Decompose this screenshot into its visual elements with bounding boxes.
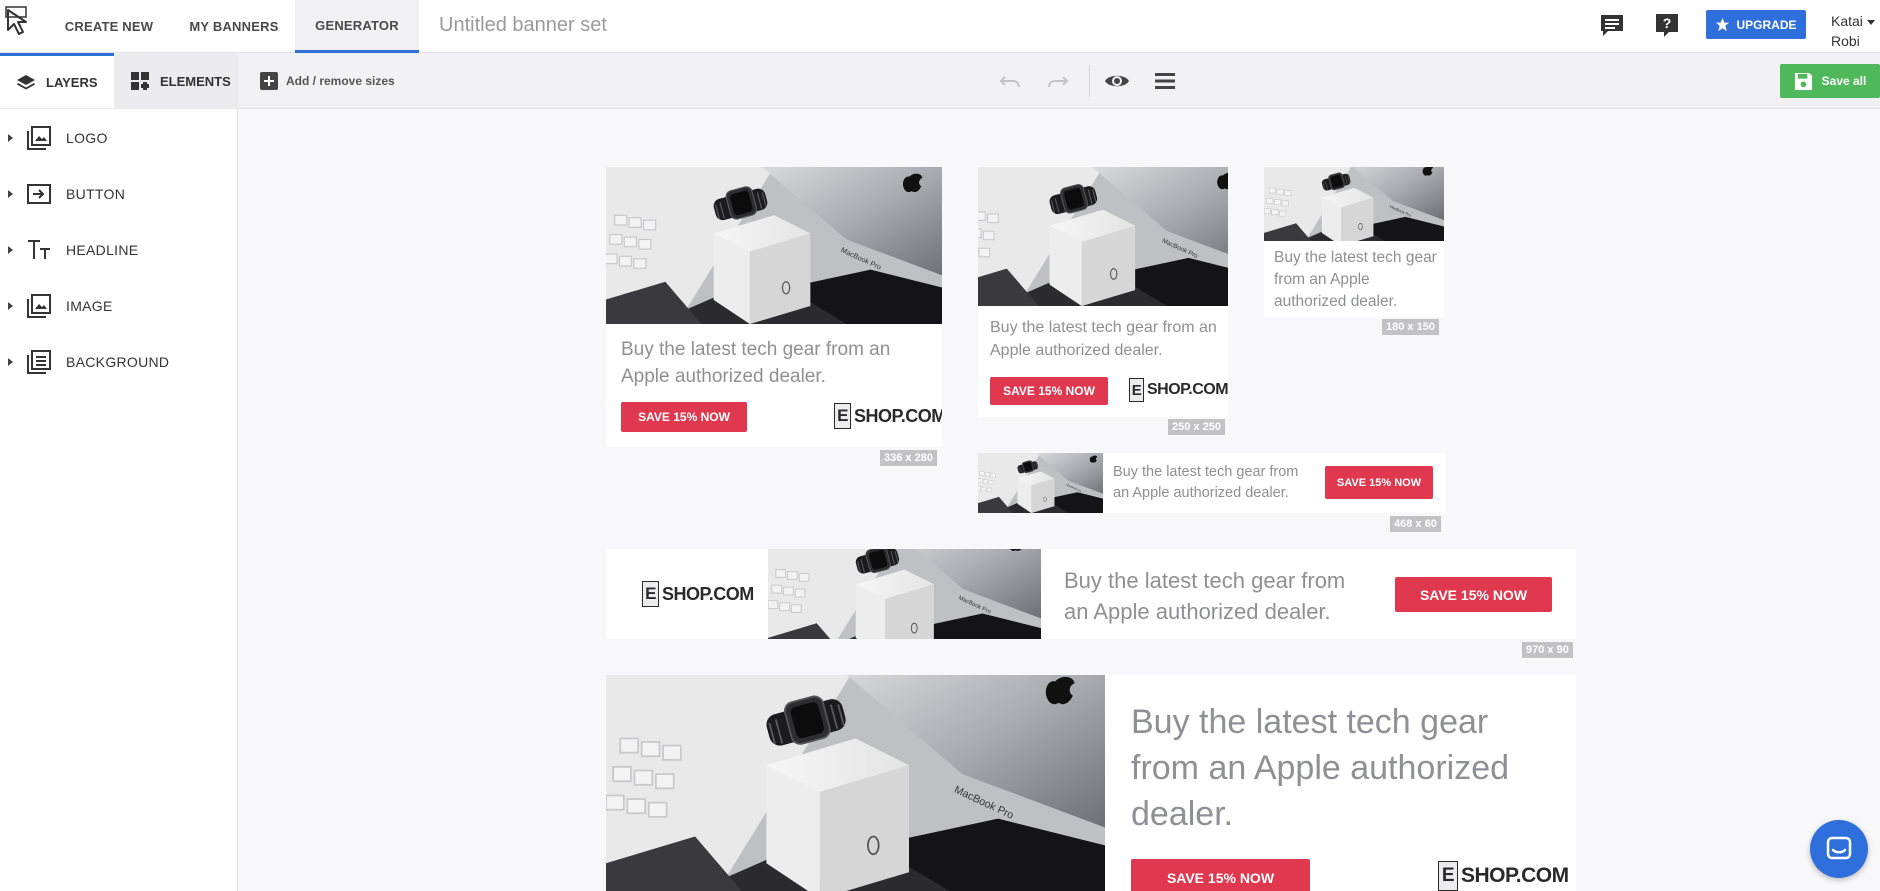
banner-image[interactable] — [978, 167, 1228, 306]
upgrade-label: UPGRADE — [1736, 17, 1797, 32]
user-first-name: Katai — [1831, 13, 1863, 29]
layers-icon — [17, 74, 35, 89]
layer-background[interactable]: BACKGROUND — [0, 339, 238, 385]
save-all-label: Save all — [1821, 74, 1867, 88]
size-tag: 970 x 90 — [1522, 642, 1573, 658]
size-tag: 250 x 250 — [1168, 419, 1225, 435]
svg-text:?: ? — [1663, 15, 1672, 31]
banner-250x250[interactable]: Buy the latest tech gear from an Apple a… — [978, 167, 1228, 417]
help-icon[interactable]: ? — [1652, 10, 1682, 40]
caret-right-icon[interactable] — [8, 302, 13, 310]
caret-right-icon[interactable] — [8, 246, 13, 254]
elements-grid-icon — [131, 72, 149, 90]
comments-icon[interactable] — [1597, 10, 1627, 40]
user-menu[interactable]: Katai Robi — [1831, 11, 1863, 51]
layer-button[interactable]: BUTTON — [0, 171, 238, 217]
upgrade-button[interactable]: UPGRADE — [1706, 10, 1806, 39]
banner-headline[interactable]: Buy the latest tech gear from an Apple a… — [1274, 247, 1439, 313]
brand-name: SHOP.COM — [854, 405, 942, 426]
plus-box-icon — [260, 72, 278, 90]
app-logo-icon[interactable] — [4, 4, 32, 40]
nav-generator[interactable]: GENERATOR — [295, 0, 419, 53]
text-tt-icon — [28, 240, 50, 259]
banner-headline[interactable]: Buy the latest tech gear from an Apple a… — [1113, 462, 1313, 504]
layer-label: LOGO — [66, 130, 108, 146]
background-list-icon — [27, 350, 51, 374]
banner-image[interactable] — [606, 675, 1105, 891]
tab-elements[interactable]: ELEMENTS — [114, 53, 238, 109]
add-remove-sizes-label: Add / remove sizes — [286, 74, 395, 88]
eshop-logo[interactable]: E SHOP.COM — [1438, 861, 1569, 891]
caret-down-icon[interactable] — [1867, 20, 1875, 25]
nav-my-banners[interactable]: MY BANNERS — [178, 0, 290, 53]
brand-e-letter: E — [1129, 378, 1144, 402]
tab-elements-label: ELEMENTS — [160, 73, 231, 89]
add-remove-sizes-button[interactable]: Add / remove sizes — [260, 72, 395, 90]
banner-cta-button[interactable]: SAVE 15% NOW — [1325, 466, 1433, 499]
tab-layers-label: LAYERS — [46, 75, 98, 90]
banner-cta-button[interactable]: SAVE 15% NOW — [621, 402, 747, 432]
top-bar: CREATE NEW MY BANNERS GENERATOR Untitled… — [0, 0, 1880, 53]
banner-headline[interactable]: Buy the latest tech gear from an Apple a… — [1064, 565, 1364, 627]
brand-name: SHOP.COM — [1147, 381, 1228, 398]
toolbar-divider — [1089, 65, 1090, 97]
floppy-disk-icon — [1794, 72, 1812, 90]
banner-headline[interactable]: Buy the latest tech gear from an Apple a… — [1131, 699, 1531, 837]
eshop-logo[interactable]: E SHOP.COM — [1129, 378, 1228, 402]
sidebar: LAYERS ELEMENTS LOGO BUTTON HEADLINE IMA… — [0, 53, 238, 891]
banner-large[interactable]: Buy the latest tech gear from an Apple a… — [606, 675, 1576, 891]
star-icon — [1716, 17, 1730, 32]
banner-headline[interactable]: Buy the latest tech gear from an Apple a… — [621, 336, 931, 390]
brand-name: SHOP.COM — [662, 583, 754, 604]
preview-eye-icon[interactable] — [1103, 67, 1131, 95]
banner-cta-button[interactable]: SAVE 15% NOW — [1131, 859, 1310, 891]
banner-image[interactable] — [768, 549, 1041, 639]
banner-cta-button[interactable]: SAVE 15% NOW — [990, 377, 1108, 405]
image-stack-icon — [27, 126, 51, 150]
save-all-button[interactable]: Save all — [1780, 64, 1880, 98]
banner-336x280[interactable]: Buy the latest tech gear from an Apple a… — [606, 167, 942, 447]
layer-label: IMAGE — [66, 298, 113, 314]
banner-970x90[interactable]: E SHOP.COM Buy the latest tech gear from… — [606, 549, 1576, 639]
brand-e-letter: E — [1438, 861, 1458, 891]
size-tag: 336 x 280 — [880, 450, 937, 466]
caret-right-icon[interactable] — [8, 190, 13, 198]
layer-headline[interactable]: HEADLINE — [0, 227, 238, 273]
chat-bubble-icon — [1826, 836, 1852, 860]
eshop-logo[interactable]: E SHOP.COM — [642, 581, 754, 607]
banner-cta-button[interactable]: SAVE 15% NOW — [1395, 577, 1552, 612]
banner-468x60[interactable]: Buy the latest tech gear from an Apple a… — [978, 453, 1446, 513]
redo-icon[interactable] — [1044, 67, 1072, 95]
image-stack-icon — [27, 294, 51, 318]
layer-logo[interactable]: LOGO — [0, 115, 238, 161]
caret-right-icon[interactable] — [8, 134, 13, 142]
size-tag: 468 x 60 — [1390, 516, 1441, 532]
undo-icon[interactable] — [996, 67, 1024, 95]
caret-right-icon[interactable] — [8, 358, 13, 366]
user-last-name: Robi — [1831, 33, 1860, 49]
brand-e-letter: E — [834, 403, 851, 429]
banner-180x150[interactable]: Buy the latest tech gear from an Apple a… — [1264, 167, 1444, 317]
nav-create-new[interactable]: CREATE NEW — [53, 0, 165, 53]
tab-layers[interactable]: LAYERS — [0, 53, 114, 109]
banner-image[interactable] — [978, 453, 1103, 513]
layer-image[interactable]: IMAGE — [0, 283, 238, 329]
document-title[interactable]: Untitled banner set — [439, 14, 607, 37]
sidebar-tabs: LAYERS ELEMENTS — [0, 53, 238, 109]
size-tag: 180 x 150 — [1382, 319, 1439, 335]
menu-list-icon[interactable] — [1151, 67, 1179, 95]
toolbar: Add / remove sizes Save all — [238, 53, 1880, 109]
button-enter-icon — [27, 184, 51, 204]
eshop-logo[interactable]: E SHOP.COM — [834, 403, 942, 429]
chat-launcher-button[interactable] — [1810, 820, 1868, 878]
layer-label: BUTTON — [66, 186, 126, 202]
brand-e-letter: E — [642, 581, 659, 607]
brand-name: SHOP.COM — [1461, 864, 1569, 887]
banner-image[interactable] — [606, 167, 942, 324]
banner-headline[interactable]: Buy the latest tech gear from an Apple a… — [990, 316, 1222, 362]
banner-image[interactable] — [1264, 167, 1444, 241]
layer-label: BACKGROUND — [66, 354, 170, 370]
layer-label: HEADLINE — [66, 242, 139, 258]
